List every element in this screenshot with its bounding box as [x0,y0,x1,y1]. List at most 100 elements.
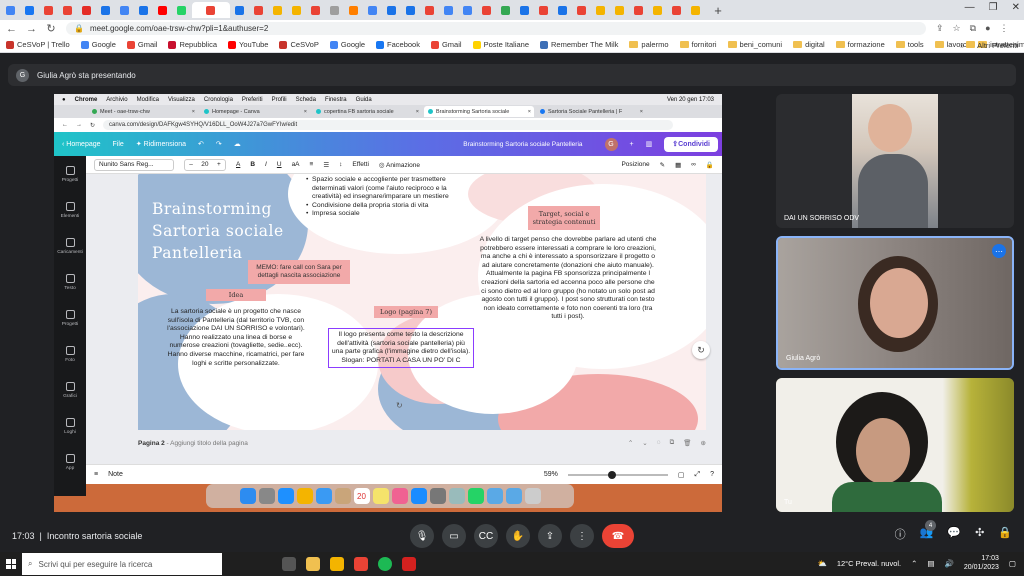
more-options-icon[interactable]: ⋯ [992,244,1006,258]
forward-icon[interactable]: → [26,23,37,35]
task-view-icon[interactable] [282,557,296,571]
browser-tab[interactable] [269,2,287,18]
browser-tab[interactable] [173,2,191,18]
extensions-icon[interactable]: ⧉ [970,23,976,34]
browser-tab[interactable] [154,2,172,18]
menu-icon[interactable]: ⋮ [1000,23,1009,34]
taskbar-search[interactable]: ⌕ Scrivi qui per eseguire la ricerca [22,553,222,575]
browser-tab[interactable] [78,2,96,18]
chrome-icon[interactable] [330,557,344,571]
browser-tab[interactable] [592,2,610,18]
bookmark[interactable]: Gmail [430,40,462,49]
reload-icon[interactable]: ↻ [46,22,56,35]
new-tab-button[interactable]: + [710,3,726,18]
browser-tab[interactable] [554,2,572,18]
info-icon[interactable]: ⓘ [895,526,906,542]
browser-tab[interactable] [21,2,39,18]
browser-tab[interactable] [402,2,420,18]
browser-tab[interactable] [535,2,553,18]
more-options-button[interactable]: ⋮ [570,524,594,548]
browser-tab-active[interactable] [192,2,230,18]
bookmark-folder[interactable]: fornitori [679,40,717,49]
browser-tab[interactable] [307,2,325,18]
bookmark-folder[interactable]: formazione [835,40,885,49]
browser-tab[interactable] [326,2,344,18]
spacing-icon: ↕ [339,161,343,168]
notifications-icon[interactable]: ▢ [1009,559,1016,568]
browser-tab[interactable] [116,2,134,18]
share-icon[interactable]: ⇪ [936,23,944,34]
url-input[interactable]: 🔒 meet.google.com/oae-trsw-chw?pli=1&aut… [66,22,926,35]
browser-tab[interactable] [59,2,77,18]
bookmark[interactable]: Remember The Milk [540,40,618,49]
browser-tab[interactable] [687,2,705,18]
browser-tab[interactable] [478,2,496,18]
explorer-icon[interactable] [306,557,320,571]
bookmark-folder[interactable]: digital [793,40,825,49]
start-button[interactable] [0,553,22,575]
slide-title: Brainstorming Sartoria sociale Panteller… [152,200,284,262]
close-icon[interactable]: ✕ [1012,2,1020,13]
minimize-icon[interactable]: — [965,2,975,13]
browser-tab[interactable] [421,2,439,18]
tray-chevron-icon[interactable]: ⌃ [911,559,917,568]
bookmark[interactable]: Google [329,40,365,49]
activities-icon[interactable]: ✣ [975,526,984,542]
browser-tab[interactable] [97,2,115,18]
weather-text: 12°C Preval. nuvol. [836,558,902,568]
chat-icon[interactable]: 💬 [947,526,961,542]
bookmark-folder[interactable]: beni_comuni [727,40,782,49]
browser-tab[interactable] [2,2,20,18]
bookmark-folder[interactable]: palermo [629,40,669,49]
acrobat-icon[interactable] [402,557,416,571]
browser-tab[interactable] [364,2,382,18]
avatar: G [604,137,618,151]
browser-tab[interactable] [440,2,458,18]
maximize-icon[interactable]: ❐ [989,2,998,13]
browser-tab[interactable] [288,2,306,18]
browser-tab[interactable] [459,2,477,18]
profile-icon[interactable]: ● [985,23,990,34]
bookmark[interactable]: CeSVoP | Trello [6,40,70,49]
browser-tab[interactable] [231,2,249,18]
host-controls-icon[interactable]: 🔒 [998,526,1012,542]
bookmark[interactable]: Gmail [126,40,157,49]
present-button[interactable]: ⇪ [538,524,562,548]
gmail-icon[interactable] [354,557,368,571]
bookmark[interactable]: CeSVoP [279,40,319,49]
browser-tab[interactable] [611,2,629,18]
participant-tile-active[interactable]: ⋯ Giulia Agrò [776,236,1014,370]
participant-tile[interactable]: Tu [776,378,1014,512]
browser-tab[interactable] [250,2,268,18]
bookmark[interactable]: Google [80,40,116,49]
taskbar-clock[interactable]: 17:03 20/01/2023 [964,554,999,572]
star-icon[interactable]: ☆ [953,23,961,34]
network-icon[interactable]: ▤ [927,559,934,568]
browser-tab[interactable] [497,2,515,18]
bookmark[interactable]: Facebook [376,40,420,49]
browser-tab[interactable] [345,2,363,18]
bookmark[interactable]: YouTube [228,40,268,49]
raise-hand-button[interactable]: ✋ [506,524,530,548]
back-icon[interactable]: ← [6,23,17,35]
bookmark[interactable]: Repubblica [168,40,217,49]
volume-icon[interactable]: 🔊 [945,559,954,568]
browser-tab[interactable] [649,2,667,18]
microphone-button[interactable]: 🎙 [410,524,434,548]
bookmark[interactable]: Poste Italiane [472,40,529,49]
browser-tab[interactable] [40,2,58,18]
browser-tab[interactable] [668,2,686,18]
bookmark-folder[interactable]: tools [895,40,924,49]
spotify-icon[interactable] [378,557,392,571]
other-bookmarks[interactable]: » Altri Preferiti [960,41,1018,50]
browser-tab[interactable] [135,2,153,18]
camera-button[interactable]: ▭ [442,524,466,548]
logo-text[interactable]: Il logo presenta come testo la descrizio… [328,328,474,369]
browser-tab[interactable] [383,2,401,18]
browser-tab[interactable] [573,2,591,18]
browser-tab[interactable] [630,2,648,18]
participant-tile[interactable]: DAI UN SORRISO ODV [776,94,1014,228]
browser-tab[interactable] [516,2,534,18]
hang-up-button[interactable]: ☎ [602,524,634,548]
captions-button[interactable]: CC [474,524,498,548]
